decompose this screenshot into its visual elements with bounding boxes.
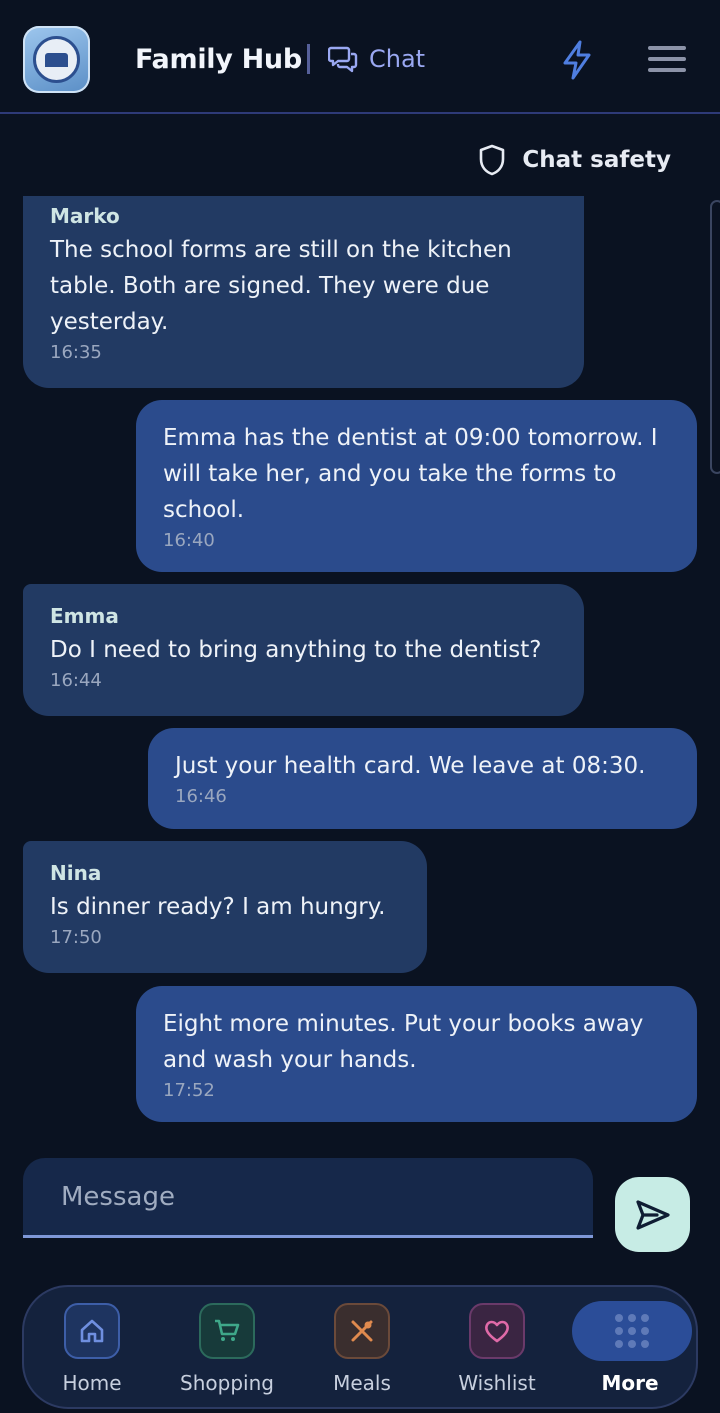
shield-icon	[480, 144, 505, 176]
home-icon	[64, 1303, 120, 1359]
message-bubble: Marko The school forms are still on the …	[23, 196, 584, 388]
nav-item-home[interactable]: Home	[27, 1287, 157, 1407]
chat-safety-label: Chat safety	[522, 147, 671, 173]
message-time: 16:35	[50, 342, 102, 363]
message-text: Eight more minutes. Put your books away …	[163, 1011, 644, 1073]
nav-label-wishlist: Wishlist	[458, 1371, 536, 1395]
nav-label-more: More	[601, 1371, 659, 1395]
send-icon	[635, 1199, 670, 1230]
chat-section-label[interactable]: Chat	[369, 45, 425, 73]
nav-item-meals[interactable]: Meals	[297, 1287, 427, 1407]
message-time: 17:50	[50, 927, 102, 948]
message-time: 16:46	[175, 786, 227, 807]
chat-bubbles-icon	[328, 46, 358, 73]
app-title: Family Hub	[135, 44, 302, 75]
message-list[interactable]: Marko The school forms are still on the …	[0, 196, 720, 1136]
hamburger-menu-icon[interactable]	[648, 46, 686, 74]
message-text: The school forms are still on the kitche…	[50, 237, 512, 335]
bottom-nav: Home Shopping Meals Wishlist More	[22, 1285, 698, 1409]
message-text: Is dinner ready? I am hungry.	[50, 894, 386, 920]
message-time: 16:40	[163, 530, 215, 551]
message-sender: Emma	[50, 604, 119, 628]
message-text: Just your health card. We leave at 08:30…	[175, 753, 646, 779]
message-text: Do I need to bring anything to the denti…	[50, 637, 542, 663]
nav-label-meals: Meals	[333, 1371, 391, 1395]
message-sender: Marko	[50, 204, 120, 228]
nav-item-wishlist[interactable]: Wishlist	[432, 1287, 562, 1407]
send-button[interactable]	[615, 1177, 690, 1252]
utensils-icon	[334, 1303, 390, 1359]
message-bubble: Nina Is dinner ready? I am hungry. 17:50	[23, 841, 427, 973]
message-sender: Nina	[50, 861, 102, 885]
grid-dots-icon	[572, 1301, 692, 1361]
title-divider	[307, 44, 310, 74]
message-bubble: Just your health card. We leave at 08:30…	[148, 728, 697, 829]
nav-item-shopping[interactable]: Shopping	[162, 1287, 292, 1407]
family-logo[interactable]	[23, 26, 90, 93]
nav-label-shopping: Shopping	[180, 1371, 274, 1395]
heart-icon	[469, 1303, 525, 1359]
message-composer	[23, 1158, 593, 1238]
app-header: Family Hub Chat	[0, 0, 720, 114]
family-seal-logo	[33, 36, 80, 83]
message-bubble: Emma Do I need to bring anything to the …	[23, 584, 584, 716]
message-bubble: Emma has the dentist at 09:00 tomorrow. …	[136, 400, 697, 572]
message-input[interactable]	[23, 1158, 593, 1235]
lightning-bolt-icon[interactable]	[560, 40, 594, 80]
nav-item-more[interactable]: More	[565, 1287, 695, 1407]
nav-label-home: Home	[62, 1371, 122, 1395]
cart-icon	[199, 1303, 255, 1359]
message-bubble: Eight more minutes. Put your books away …	[136, 986, 697, 1122]
message-time: 17:52	[163, 1080, 215, 1101]
message-text: Emma has the dentist at 09:00 tomorrow. …	[163, 425, 658, 523]
message-time: 16:44	[50, 670, 102, 691]
chat-safety-button[interactable]: Chat safety	[478, 143, 671, 177]
